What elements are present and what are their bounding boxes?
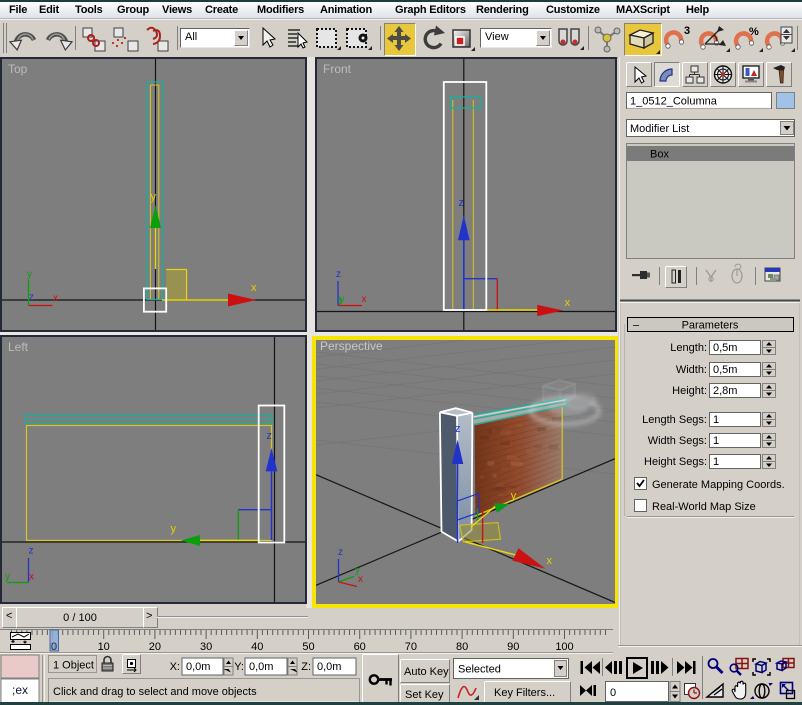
svg-text:x: x [358, 574, 363, 585]
svg-text:x: x [53, 293, 58, 304]
svg-text:1 Object: 1 Object [53, 660, 94, 672]
svg-text:x: x [565, 297, 571, 309]
svg-text:Generate Mapping Coords.: Generate Mapping Coords. [652, 479, 785, 491]
svg-text:0: 0 [610, 687, 616, 699]
svg-text:z: z [338, 547, 343, 558]
svg-text:Width Segs:: Width Segs: [648, 435, 707, 447]
svg-text:–: – [633, 320, 640, 332]
svg-text:Front: Front [323, 62, 352, 76]
svg-text:y: y [511, 490, 517, 502]
svg-text:x: x [251, 282, 257, 294]
svg-text:Width:: Width: [676, 364, 707, 376]
svg-text:x: x [547, 555, 553, 567]
svg-text:z: z [267, 430, 273, 442]
svg-text:0,5m: 0,5m [713, 342, 737, 354]
svg-text:y: y [5, 572, 10, 583]
svg-text:1: 1 [713, 414, 719, 426]
svg-text:Height Segs:: Height Segs: [644, 456, 707, 468]
svg-text:Parameters: Parameters [682, 320, 739, 332]
svg-text:1_0512_Columna: 1_0512_Columna [630, 96, 718, 108]
svg-text:%: % [749, 26, 759, 38]
svg-text:1: 1 [713, 435, 719, 447]
svg-text:z: z [29, 546, 34, 557]
svg-text:y: y [171, 523, 177, 535]
svg-text:1: 1 [713, 456, 719, 468]
svg-text:Y:: Y: [234, 661, 244, 673]
svg-text:0,0m: 0,0m [186, 661, 210, 673]
svg-text:z: z [459, 197, 465, 209]
svg-text:0,0m: 0,0m [249, 661, 273, 673]
svg-text:Left: Left [8, 340, 29, 354]
svg-text:z: z [336, 269, 341, 280]
svg-text:Key Filters...: Key Filters... [494, 687, 555, 699]
svg-text:Auto Key: Auto Key [404, 666, 449, 678]
svg-text:Box: Box [650, 149, 669, 161]
svg-text:y: y [27, 269, 32, 280]
svg-text:x: x [362, 294, 367, 305]
svg-text:;ex: ;ex [12, 683, 28, 697]
svg-text:Top: Top [8, 62, 28, 76]
svg-text:2,8m: 2,8m [713, 385, 737, 397]
svg-text:Length:: Length: [670, 342, 707, 354]
svg-text:Height:: Height: [672, 385, 707, 397]
svg-text:Modifier List: Modifier List [630, 123, 689, 135]
svg-text:z: z [29, 292, 34, 303]
svg-text:X:: X: [170, 661, 180, 673]
svg-text:y: y [151, 191, 157, 203]
svg-text:0,0m: 0,0m [317, 661, 341, 673]
svg-text:Z:: Z: [301, 661, 311, 673]
svg-text:Length Segs:: Length Segs: [642, 414, 707, 426]
svg-text:Selected: Selected [458, 664, 501, 676]
svg-text:z: z [455, 423, 461, 435]
svg-text:3: 3 [684, 25, 690, 37]
svg-text:Set Key: Set Key [405, 689, 444, 701]
svg-text:x: x [29, 572, 34, 583]
svg-text:Perspective: Perspective [320, 340, 383, 353]
svg-text:Real-World Map Size: Real-World Map Size [652, 501, 756, 513]
svg-text:0,5m: 0,5m [713, 364, 737, 376]
svg-text:Click and drag to select and m: Click and drag to select and move object… [53, 686, 257, 698]
